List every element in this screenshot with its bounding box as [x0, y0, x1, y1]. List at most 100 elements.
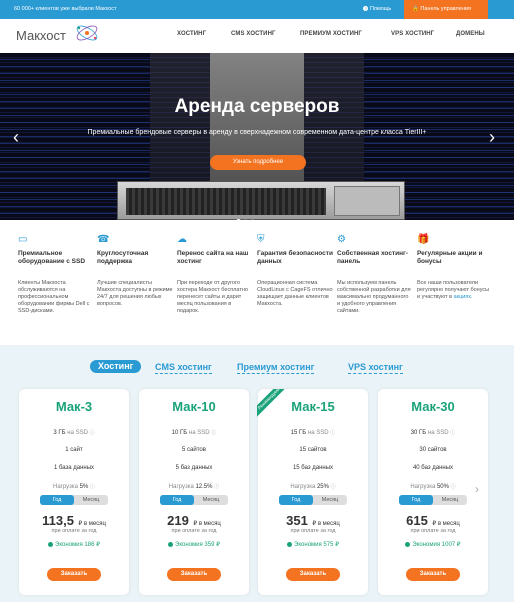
- plan-price-value: 351: [286, 513, 308, 528]
- nav-domains[interactable]: ДОМЕНЫ: [456, 31, 485, 37]
- plans-next-arrow-icon[interactable]: ›: [475, 482, 479, 496]
- feature-item: ☎ Круглосуточная поддержка Лучшие специа…: [97, 234, 173, 308]
- plan-load-value: 50%: [436, 484, 449, 490]
- billing-year-option[interactable]: Год: [279, 495, 313, 505]
- order-button[interactable]: Заказать: [47, 568, 101, 581]
- info-icon[interactable]: ⓘ: [90, 484, 95, 490]
- plan-savings-label: Экономия 359 ₽: [175, 542, 220, 548]
- ssd-icon: ▭: [18, 234, 28, 245]
- billing-month-option[interactable]: Месяц: [313, 495, 347, 505]
- info-icon[interactable]: ⓘ: [451, 484, 456, 490]
- plan-databases: 5 баз данных: [175, 465, 213, 471]
- tab-premium-hosting[interactable]: Премиум хостинг: [237, 362, 315, 374]
- help-link[interactable]: ? Помощь: [363, 6, 391, 12]
- server-front: [126, 188, 326, 215]
- promotions-link[interactable]: акциях.: [454, 294, 473, 300]
- feature-item: ⚙ Собственная хостинг-панель Мы использу…: [337, 234, 413, 315]
- info-icon[interactable]: ⓘ: [211, 430, 216, 436]
- feature-text: Лучшие специалисты Макхоста доступны в р…: [97, 280, 173, 307]
- info-icon[interactable]: ⓘ: [330, 430, 335, 436]
- plan-disk-value: 30 ГБ: [410, 430, 427, 436]
- control-panel-button[interactable]: 🔒 Панель управления: [404, 0, 488, 19]
- plan-price-unit: ₽ в месяц: [312, 521, 340, 527]
- billing-year-option[interactable]: Год: [399, 495, 433, 505]
- plan-load-label: Нагрузка: [168, 484, 194, 490]
- plan-load-label: Нагрузка: [410, 484, 436, 490]
- tab-hosting[interactable]: Хостинг: [90, 360, 142, 373]
- learn-more-button[interactable]: Узнать подробнее: [210, 155, 306, 170]
- plan-disk-unit: на SSD: [67, 430, 88, 436]
- nav-premium-hosting[interactable]: ПРЕМИУМ ХОСТИНГ: [300, 31, 362, 37]
- info-icon[interactable]: ⓘ: [450, 430, 455, 436]
- ribbon-label: Рекомендуем: [257, 389, 285, 417]
- billing-toggle: Год Месяц: [399, 495, 467, 505]
- plan-price-note: при оплате за год: [171, 528, 217, 534]
- plan-disk: 10 ГБ на SSD ⓘ: [139, 429, 249, 436]
- slider-dots: [236, 211, 276, 220]
- server-side: [334, 186, 400, 216]
- plan-disk-value: 10 ГБ: [171, 430, 188, 436]
- help-icon: ?: [363, 6, 368, 11]
- plan-disk: 3 ГБ на SSD ⓘ: [19, 429, 129, 436]
- plan-savings: Экономия 1007 ₽: [378, 541, 488, 548]
- plan-card: Мак-15 15 ГБ на SSD ⓘ 15 сайтов 15 баз д…: [258, 389, 368, 595]
- order-button[interactable]: Заказать: [406, 568, 460, 581]
- order-button[interactable]: Заказать: [167, 568, 221, 581]
- hero-subtitle: Премиальные брендовые серверы в аренду в…: [87, 129, 427, 136]
- plan-load: Нагрузка 50% ⓘ: [378, 483, 488, 490]
- plan-disk-unit: на SSD: [307, 430, 329, 436]
- recommended-ribbon: Рекомендуем: [257, 389, 285, 417]
- feature-text: Операционная система CloudLinux с CageFS…: [257, 280, 333, 307]
- control-panel-label: Панель управления: [420, 6, 471, 12]
- plan-load: Нагрузка 12.5% ⓘ: [139, 483, 249, 490]
- plan-card: Мак-3 3 ГБ на SSD ⓘ 1 сайт 1 база данных…: [19, 389, 129, 595]
- order-button[interactable]: Заказать: [286, 568, 340, 581]
- nav-hosting[interactable]: ХОСТИНГ: [177, 31, 206, 37]
- plan-name: Мак-3: [55, 399, 93, 414]
- billing-toggle: Год Месяц: [279, 495, 347, 505]
- plan-price-value: 219: [167, 513, 189, 528]
- nav-cms-hosting[interactable]: CMS ХОСТИНГ: [231, 31, 276, 37]
- plan-savings: Экономия 575 ₽: [258, 541, 368, 548]
- plan-savings: Экономия 359 ₽: [139, 541, 249, 548]
- chevron-left-icon[interactable]: ‹: [13, 128, 19, 146]
- billing-year-option[interactable]: Год: [160, 495, 194, 505]
- info-icon[interactable]: ⓘ: [331, 484, 336, 490]
- tab-cms-hosting[interactable]: CMS хостинг: [155, 362, 212, 374]
- billing-month-option[interactable]: Месяц: [433, 495, 467, 505]
- info-icon[interactable]: ⓘ: [214, 484, 219, 490]
- help-label: Помощь: [370, 6, 392, 12]
- plan-savings-label: Экономия 1007 ₽: [412, 542, 461, 548]
- plan-savings-label: Экономия 186 ₽: [55, 542, 100, 548]
- feature-item: ⛨ Гарантия безопасности данных Операцион…: [257, 234, 333, 308]
- plan-disk: 15 ГБ на SSD ⓘ: [258, 429, 368, 436]
- logo-text[interactable]: Макхост: [16, 28, 66, 43]
- top-bar: 60 000+ клиентов уже выбрали Макхост ? По…: [0, 0, 514, 19]
- billing-toggle: Год Месяц: [160, 495, 228, 505]
- plan-load-value: 12.5%: [195, 484, 213, 490]
- savings-icon: [405, 541, 411, 547]
- savings-icon: [287, 541, 293, 547]
- nav-vps-hosting[interactable]: VPS ХОСТИНГ: [391, 31, 434, 37]
- feature-title: Премиальное оборудование с SSD: [18, 250, 86, 265]
- tab-vps-hosting[interactable]: VPS хостинг: [348, 362, 403, 374]
- feature-text: Клиенты Макхоста обслуживаются на профес…: [18, 280, 90, 314]
- info-icon[interactable]: ⓘ: [90, 430, 95, 436]
- savings-icon: [168, 541, 174, 547]
- feature-item: ☁ Перенос сайта на наш хостинг При перех…: [177, 234, 253, 315]
- billing-year-option[interactable]: Год: [40, 495, 74, 505]
- billing-month-option[interactable]: Месяц: [74, 495, 108, 505]
- plan-savings-label: Экономия 575 ₽: [294, 542, 339, 548]
- feature-text: Мы используем панель собственной разрабо…: [337, 280, 411, 314]
- plan-disk-value: 3 ГБ: [53, 430, 66, 436]
- chevron-right-icon[interactable]: ›: [489, 128, 495, 146]
- hero-title: Аренда серверов: [174, 96, 340, 117]
- plan-disk-unit: на SSD: [188, 430, 210, 436]
- plan-load: Нагрузка 5% ⓘ: [19, 483, 129, 490]
- feature-title: Перенос сайта на наш хостинг: [177, 250, 249, 265]
- billing-month-option[interactable]: Месяц: [194, 495, 228, 505]
- plan-load: Нагрузка 25% ⓘ: [258, 483, 368, 490]
- header: Макхост ХОСТИНГ CMS ХОСТИНГ ПРЕМИУМ ХОСТ…: [0, 19, 514, 53]
- savings-icon: [48, 541, 54, 547]
- plan-price-unit: ₽ в месяц: [432, 521, 460, 527]
